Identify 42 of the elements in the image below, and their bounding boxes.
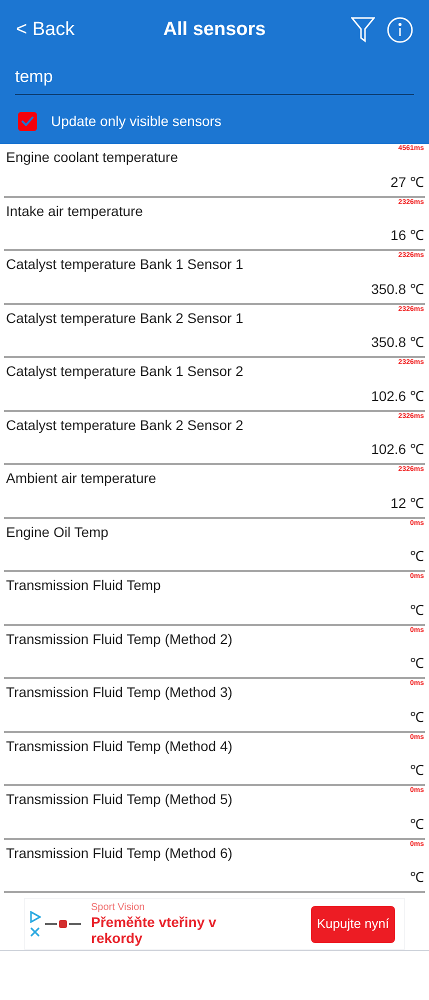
screen-title: All sensors xyxy=(163,18,266,42)
buy-now-button[interactable]: Kupujte nyní xyxy=(311,906,395,942)
sensor-name: Catalyst temperature Bank 2 Sensor 1 xyxy=(6,308,244,328)
ad-headline: Přeměňte vteřiny v rekordy xyxy=(91,914,218,946)
brand-logo-icon xyxy=(45,920,81,928)
sensor-name: Catalyst temperature Bank 1 Sensor 2 xyxy=(6,362,244,381)
sensor-value: ℃ xyxy=(410,654,424,673)
sensor-name: Catalyst temperature Bank 1 Sensor 1 xyxy=(6,255,244,274)
sensor-name: Engine coolant temperature xyxy=(6,148,178,167)
sensor-name: Engine Oil Temp xyxy=(6,522,108,542)
sensor-value: 12 ℃ xyxy=(390,494,424,512)
sensor-name: Catalyst temperature Bank 2 Sensor 2 xyxy=(6,416,244,435)
sensor-name: Intake air temperature xyxy=(6,202,143,221)
sensor-name: Ambient air temperature xyxy=(6,469,156,488)
sensor-value: 102.6 ℃ xyxy=(371,440,424,459)
checkbox-label: Update only visible sensors xyxy=(51,112,222,131)
sensor-value: ℃ xyxy=(410,547,424,566)
sensor-value: ℃ xyxy=(410,761,424,780)
checkbox[interactable] xyxy=(18,112,37,130)
sensor-name: Transmission Fluid Temp (Method 5) xyxy=(6,790,232,809)
sensor-name: Transmission Fluid Temp xyxy=(6,576,161,595)
search-field[interactable]: temp xyxy=(15,64,414,94)
sensor-value: 350.8 ℃ xyxy=(371,333,424,352)
sensor-name: Transmission Fluid Temp (Method 2) xyxy=(6,630,232,649)
filter-icon[interactable] xyxy=(351,17,375,43)
sensor-value: 27 ℃ xyxy=(390,172,424,192)
sensor-name: Transmission Fluid Temp (Method 4) xyxy=(6,736,232,756)
sensor-name: Transmission Fluid Temp (Method 3) xyxy=(6,683,232,702)
sensor-value: 16 ℃ xyxy=(390,226,424,245)
sensor-value: 350.8 ℃ xyxy=(371,280,424,298)
info-icon[interactable] xyxy=(387,17,413,43)
sensor-value: ℃ xyxy=(410,708,424,726)
sensor-value: ℃ xyxy=(410,600,424,620)
close-icon[interactable] xyxy=(30,927,40,937)
advertiser-name: Sport Vision xyxy=(91,902,146,914)
ad-banner[interactable]: Sport Vision Přeměňte vteřiny v rekordy Kupujte nyní xyxy=(24,898,405,950)
play-icon[interactable] xyxy=(29,911,41,923)
sensor-name: Transmission Fluid Temp (Method 6) xyxy=(6,844,232,863)
sensor-value: 102.6 ℃ xyxy=(371,386,424,406)
sensor-value: ℃ xyxy=(410,814,424,834)
back-button[interactable]: < Back xyxy=(16,16,116,44)
sensor-value: ℃ xyxy=(410,868,424,887)
